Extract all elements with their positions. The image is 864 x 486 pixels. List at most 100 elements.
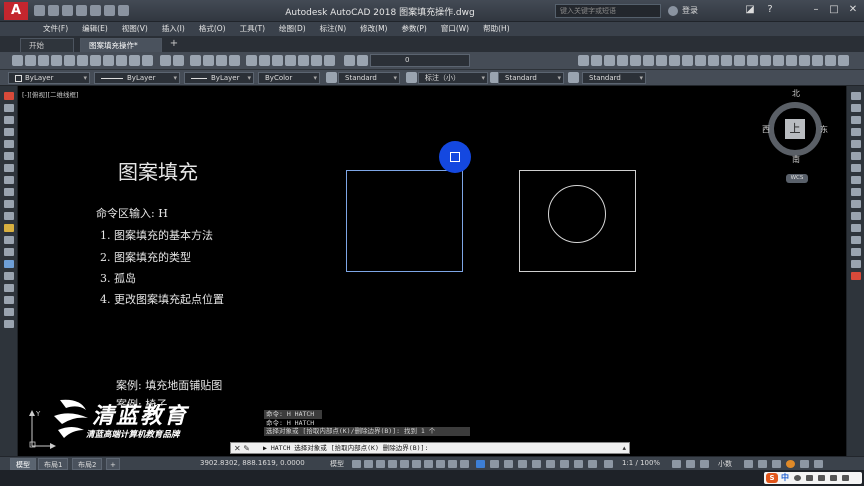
island-circle[interactable] [548,185,606,243]
coordinate-readout[interactable]: 3902.8302, 888.1619, 0.0000 [200,459,305,467]
menu-tools[interactable]: 工具(T) [233,22,272,36]
lineweight-toggle-icon[interactable] [460,460,469,468]
save-as-icon[interactable] [76,5,87,16]
redo-icon[interactable] [118,5,129,16]
input-language-toggle[interactable]: 中 [781,472,789,484]
tray-skin-icon[interactable] [830,475,837,481]
layer-dropdown[interactable]: 0 [370,54,470,67]
make-block-icon[interactable] [4,236,14,244]
offset-icon[interactable] [851,128,861,136]
cut-icon[interactable] [90,55,101,66]
viewcube[interactable]: 北 西 东 上 南 WCS [762,88,832,188]
mtext-icon[interactable] [4,308,14,316]
dim-style-icon[interactable] [838,55,849,66]
annotation-scale-dropdown[interactable]: 1:1 / 100% [622,459,660,467]
new-tab-icon[interactable]: + [168,39,180,50]
arc-icon[interactable] [4,152,14,160]
object-snap-icon[interactable] [448,460,457,468]
viewcube-top-face[interactable]: 上 [785,119,805,139]
model-space-toggle[interactable]: 模型 [330,459,344,469]
dim-ordinate-icon[interactable] [617,55,628,66]
zoom-realtime-icon[interactable] [203,55,214,66]
rotate-icon[interactable] [851,164,861,172]
dynamic-input-icon[interactable] [388,460,397,468]
quick-properties-icon[interactable] [744,460,753,468]
menu-format[interactable]: 格式(O) [192,22,233,36]
menu-help[interactable]: 帮助(H) [476,22,517,36]
snap-icon[interactable] [364,460,373,468]
menu-edit[interactable]: 编辑(E) [75,22,115,36]
minimize-icon[interactable]: – [808,3,824,17]
trim-icon[interactable] [851,200,861,208]
move-icon[interactable] [851,152,861,160]
dim-diameter-icon[interactable] [656,55,667,66]
pan-icon[interactable] [190,55,201,66]
construction-line-icon[interactable] [4,104,14,112]
menu-file[interactable]: 文件(F) [36,22,75,36]
hardware-acceleration-icon[interactable] [786,460,795,468]
layout-tab-model[interactable]: 模型 [10,458,36,470]
polyline-icon[interactable] [4,116,14,124]
ellipse-icon[interactable] [4,200,14,208]
join-icon[interactable] [851,236,861,244]
gradient-icon[interactable] [4,272,14,280]
table-style-dropdown[interactable]: Standard [498,72,564,84]
autocad-logo-icon[interactable]: A [4,2,28,20]
erase-icon[interactable] [851,92,861,100]
stretch-icon[interactable] [851,188,861,196]
line-icon[interactable] [4,92,14,100]
save-toolbar-icon[interactable] [38,55,49,66]
chamfer-icon[interactable] [851,248,861,256]
customization-icon[interactable] [814,460,823,468]
login-button[interactable]: 登录 [682,5,698,16]
layout-tab-1[interactable]: 布局1 [38,458,69,470]
open-icon[interactable] [25,55,36,66]
menu-view[interactable]: 视图(V) [115,22,155,36]
command-line-dropdown-icon[interactable]: ▴ [622,443,626,454]
dim-edit-icon[interactable] [799,55,810,66]
selected-rectangle[interactable] [346,170,463,272]
zoom-window-icon[interactable] [216,55,227,66]
lock-ui-icon[interactable] [758,460,767,468]
dim-break-icon[interactable] [734,55,745,66]
undo-toolbar-icon[interactable] [160,55,171,66]
menu-modify[interactable]: 修改(M) [353,22,394,36]
ellipse-arc-icon[interactable] [4,212,14,220]
command-prompt[interactable]: ▶ HATCH 选择对象或 [拾取内部点(K) 删除边界(B)]: [263,443,428,454]
ortho-icon[interactable] [400,460,409,468]
menu-draw[interactable]: 绘图(D) [272,22,313,36]
add-selected-icon[interactable] [4,320,14,328]
fillet-icon[interactable] [851,260,861,268]
annotation-visibility-icon[interactable] [560,460,569,468]
units-dropdown[interactable]: 小数 [718,459,732,469]
isodraft-icon[interactable] [424,460,433,468]
selection-filter-icon[interactable] [532,460,541,468]
match-properties-icon[interactable] [129,55,140,66]
help-icon[interactable]: ? [762,3,778,17]
break-icon[interactable] [851,224,861,232]
dynamic-ucs-icon[interactable] [518,460,527,468]
qnew-icon[interactable] [12,55,23,66]
text-style-dropdown[interactable]: Standard [338,72,400,84]
print-icon[interactable] [51,55,62,66]
dim-continue-icon[interactable] [708,55,719,66]
close-icon[interactable]: ✕ [845,3,861,17]
block-editor-icon[interactable] [142,55,153,66]
compass-west[interactable]: 西 [762,124,770,135]
command-line[interactable]: ✕ ✎ ▶ HATCH 选择对象或 [拾取内部点(K) 删除边界(B)]: ▴ [230,442,630,454]
compass-east[interactable]: 东 [820,124,828,135]
dim-arc-icon[interactable] [604,55,615,66]
menu-parametric[interactable]: 参数(P) [394,22,433,36]
layout-tab-2[interactable]: 布局2 [72,458,103,470]
menu-insert[interactable]: 插入(I) [155,22,192,36]
tab-hatch-drawing[interactable]: 图案填充操作* [80,38,162,52]
extend-icon[interactable] [851,212,861,220]
tool-palettes-icon[interactable] [272,55,283,66]
open-file-icon[interactable] [48,5,59,16]
grid-icon[interactable] [352,460,361,468]
search-input[interactable]: 键入关键字或短语 [555,4,661,18]
annotation-scale-icon[interactable] [588,460,597,468]
circle-icon[interactable] [4,164,14,172]
copy-object-icon[interactable] [851,104,861,112]
markup-icon[interactable] [298,55,309,66]
